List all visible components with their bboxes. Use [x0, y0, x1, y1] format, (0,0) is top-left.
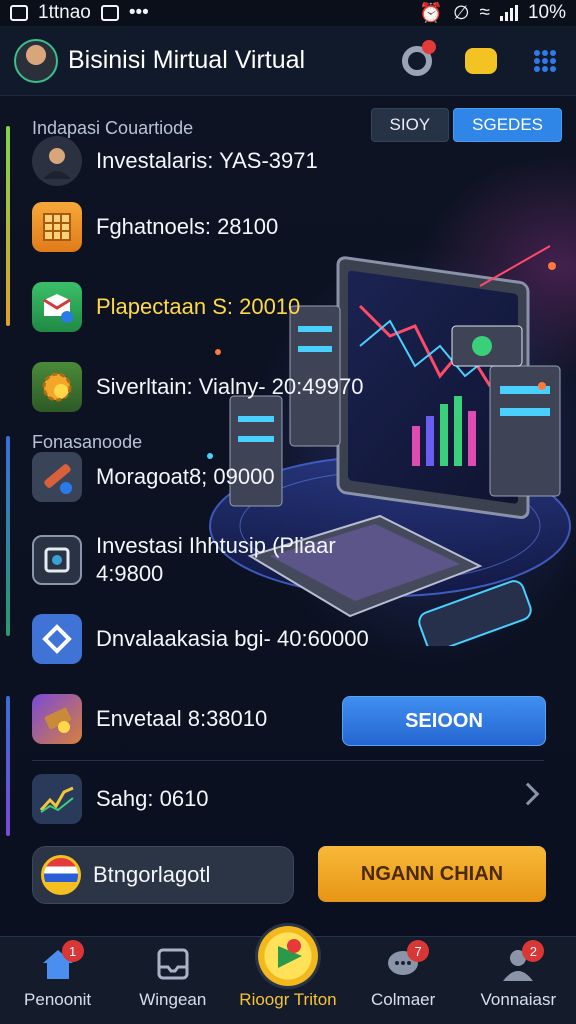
row-subtext: 4:9800 — [96, 560, 164, 586]
nav-label: Vonnaiasr — [480, 990, 557, 1009]
signal-icon — [499, 5, 518, 21]
notification-dot — [422, 39, 436, 54]
avatar[interactable] — [14, 38, 58, 83]
flag-icon — [41, 855, 81, 895]
battery-level: 10% — [527, 2, 566, 23]
chat-button[interactable] — [464, 44, 498, 78]
nav-label: Wingean — [139, 990, 207, 1009]
nav-item-chat[interactable]: 7 Colmaer — [348, 940, 458, 1010]
main-content[interactable]: Indapasi Couartiode SIOY SGEDES Investal… — [0, 96, 576, 936]
list-item[interactable]: Investasi Ihhtusip (Pliaar 4:9800 — [32, 532, 336, 587]
app-header: Bisinisi Mirtual Virtual — [0, 26, 576, 96]
wifi-icon: ≈ — [479, 2, 490, 23]
nav-badge: 2 — [522, 940, 545, 962]
list-item[interactable]: Siverltain: Vialny- 20:49970 — [32, 362, 363, 412]
list-item[interactable]: Sahg: 0610 — [32, 774, 209, 824]
secondary-action-button[interactable]: NGANN CHIAN — [318, 846, 546, 902]
app-title: Bisinisi Mirtual Virtual — [68, 46, 306, 74]
inbox-icon — [153, 944, 193, 984]
row-text: Investasi Ihhtusip (Pliaar — [96, 533, 336, 558]
list-item[interactable]: Investalaris: YAS-3971 — [32, 136, 318, 186]
square-target-icon — [32, 534, 82, 585]
gear-coin-icon — [32, 362, 82, 412]
person-avatar-icon — [32, 136, 82, 186]
apps-grid-icon — [534, 49, 556, 72]
nav-item-home[interactable]: 1 Penoonit — [3, 940, 113, 1010]
row-text: Siverltain: Vialny- 20:49970 — [96, 374, 364, 400]
status-bar: 1ttnao ••• ⏰ ∅ ≈ 10% — [0, 0, 576, 26]
tab-sgedes[interactable]: SGEDES — [453, 108, 562, 142]
nav-label: Colmaer — [371, 990, 436, 1009]
row-text: Moragoat8; 09000 — [96, 464, 275, 490]
alarm-icon: ⏰ — [419, 3, 443, 24]
notification-icon — [10, 5, 28, 21]
mail-badge-icon — [32, 282, 82, 332]
list-item[interactable]: Dnvalaakasia bgi- 40:60000 — [32, 614, 369, 664]
home-icon: 1 — [38, 940, 84, 984]
segment-control: SIOY SGEDES — [370, 108, 562, 142]
chat-bubble-icon: 7 — [383, 940, 430, 984]
row-text: Sahg: 0610 — [96, 786, 209, 812]
row-text: Investalaris: YAS-3971 — [96, 148, 318, 174]
row-text: Fghatnoels: 28100 — [96, 214, 279, 240]
left-rail-mid — [6, 436, 10, 636]
nav-label: Rioogr Triton — [239, 990, 337, 1009]
left-rail-bottom — [6, 696, 10, 836]
tool-icon — [32, 452, 82, 502]
nav-label: Penoonit — [24, 990, 92, 1009]
line-chart-icon — [32, 774, 82, 824]
primary-action-button[interactable]: SEIOON — [342, 696, 546, 746]
no-sim-icon: ∅ — [452, 2, 470, 24]
status-time: 1ttnao — [38, 2, 91, 23]
section-label-mid: Fonasanoode — [32, 432, 143, 452]
more-dots-icon: ••• — [128, 2, 149, 23]
list-item[interactable]: Moragoat8; 09000 — [32, 452, 275, 502]
nav-badge: 7 — [407, 940, 430, 962]
row-text: Envetaal 8:38010 — [96, 706, 268, 732]
left-rail-top — [6, 126, 10, 326]
row-text: Dnvalaakasia bgi- 40:60000 — [96, 626, 369, 652]
bottom-nav: 1 Penoonit Wingean Rioogr Triton 7 Colma… — [0, 926, 576, 1024]
user-icon: 2 — [498, 940, 545, 984]
pill-label: Btngorlagotl — [93, 862, 211, 887]
box-coin-icon — [32, 694, 82, 744]
diamond-link-icon — [32, 614, 82, 664]
nav-badge: 1 — [61, 940, 84, 962]
nav-item-center[interactable]: Rioogr Triton — [233, 926, 343, 1010]
list-item[interactable]: Fghatnoels: 28100 — [32, 202, 278, 252]
nav-item-profile[interactable]: 2 Vonnaiasr — [463, 940, 573, 1010]
app-notification-icon — [100, 5, 119, 21]
target-button[interactable] — [400, 39, 436, 78]
divider — [32, 760, 544, 761]
chat-icon — [465, 47, 497, 74]
chevron-right-icon[interactable] — [516, 782, 540, 806]
tab-sioy[interactable]: SIOY — [370, 108, 450, 142]
list-item[interactable]: Plapectaan S: 20010 — [32, 282, 300, 332]
nav-item-inbox[interactable]: Wingean — [118, 944, 228, 1010]
row-text: Plapectaan S: 20010 — [96, 294, 301, 320]
list-item[interactable]: Envetaal 8:38010 — [32, 694, 267, 744]
apps-button[interactable] — [528, 44, 562, 78]
language-pill-button[interactable]: Btngorlagotl — [32, 846, 294, 904]
play-fab-icon[interactable] — [257, 926, 318, 986]
grid-table-icon — [32, 202, 82, 252]
